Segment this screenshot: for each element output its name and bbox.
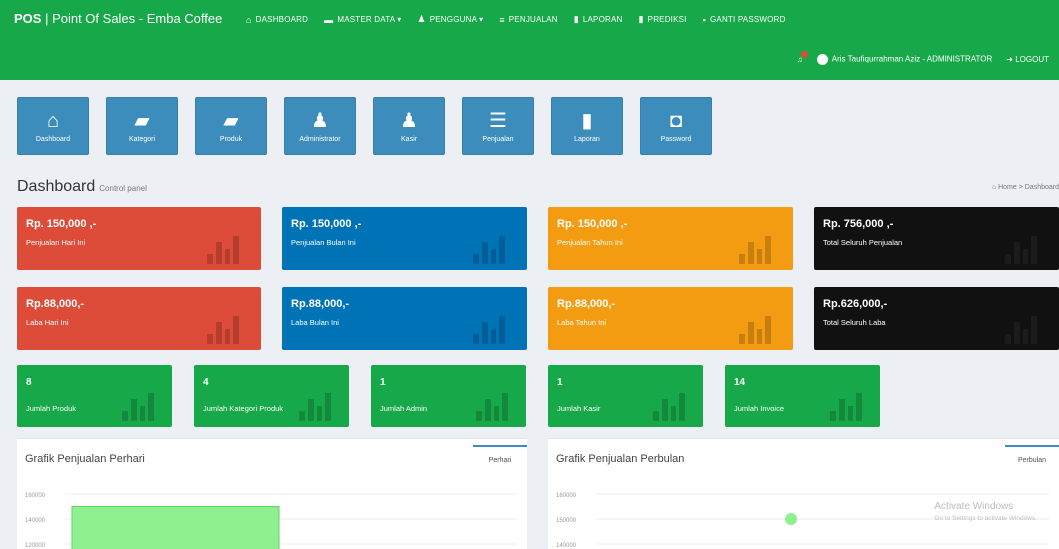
data-point bbox=[785, 513, 797, 525]
count-kasir: 1 Jumlah Kasir bbox=[548, 365, 703, 427]
bar-chart-icon bbox=[739, 314, 771, 344]
activate-windows-watermark: Activate Windows Go to Settings to activa… bbox=[934, 501, 1037, 522]
menu-master-data[interactable]: ▬ MASTER DATA ▾ bbox=[324, 14, 401, 25]
page-title: Dashboard Control panel bbox=[17, 178, 147, 195]
notification-badge bbox=[800, 51, 808, 58]
count-invoice: 14 Jumlah Invoice bbox=[725, 365, 880, 427]
daily-sales-chart: 160000 140000 120000 bbox=[25, 493, 517, 549]
page-subtitle: Control panel bbox=[99, 184, 147, 193]
chart-title: Grafik Penjualan Perhari bbox=[25, 453, 145, 465]
tab-perhari[interactable]: Perhari bbox=[473, 445, 527, 475]
file-icon: ▮ bbox=[573, 14, 579, 24]
count-produk: 8 Jumlah Produk bbox=[17, 365, 172, 427]
bar-chart-icon bbox=[1005, 234, 1037, 264]
shortcut-produk[interactable]: ▰ Produk bbox=[195, 97, 267, 155]
chart-panel-monthly: Grafik Penjualan Perbulan Perbulan 16000… bbox=[548, 438, 1059, 549]
main-menu: ⌂ DASHBOARD ▬ MASTER DATA ▾ ♟ PENGGUNA ▾ ≡ P… bbox=[246, 14, 786, 25]
home-icon: ⌂ bbox=[46, 109, 60, 132]
stat-laba-bulan: Rp.88,000,- Laba Bulan Ini bbox=[282, 287, 527, 350]
app-brand[interactable]: POS | Point Of Sales - Emba Coffee bbox=[14, 11, 222, 26]
bar-mark bbox=[71, 506, 280, 549]
menu-laporan[interactable]: ▮ LAPORAN bbox=[574, 14, 623, 25]
notification-bell-icon[interactable]: ♫ bbox=[797, 51, 808, 64]
unlock-icon: ◘ bbox=[669, 109, 683, 132]
shortcut-dashboard[interactable]: ⌂ Dashboard bbox=[17, 97, 89, 155]
bar-chart-icon bbox=[122, 391, 154, 421]
chart-title: Grafik Penjualan Perbulan bbox=[556, 453, 685, 465]
breadcrumb: ⌂ Home > Dashboard bbox=[991, 184, 1059, 191]
tab-perbulan[interactable]: Perbulan bbox=[1005, 445, 1059, 475]
user-icon: ♟ bbox=[400, 109, 418, 132]
stat-penjualan-tahun: Rp. 150,000 ,- Penjualan Tahun Ini bbox=[548, 207, 793, 270]
top-navbar: POS | Point Of Sales - Emba Coffee ⌂ DASH… bbox=[0, 0, 1059, 80]
y-tick-label: 160000 bbox=[556, 493, 577, 499]
y-tick-label: 150000 bbox=[556, 518, 577, 524]
stat-laba-tahun: Rp.88,000,- Laba Tahun Ini bbox=[548, 287, 793, 350]
list-icon: ≡ bbox=[499, 14, 505, 25]
bar-chart-icon bbox=[1005, 314, 1037, 344]
menu-dashboard[interactable]: ⌂ DASHBOARD bbox=[246, 14, 308, 25]
stat-total-laba: Rp.626,000,- Total Seluruh Laba bbox=[814, 287, 1059, 350]
y-tick-label: 120000 bbox=[25, 543, 46, 549]
shortcut-penjualan[interactable]: ☰ Penjualan bbox=[462, 97, 534, 155]
y-tick-label: 140000 bbox=[25, 518, 46, 524]
bar-chart-icon bbox=[653, 391, 685, 421]
home-icon: ⌂ bbox=[246, 14, 252, 25]
stat-laba-hari: Rp.88,000,- Laba Hari Ini bbox=[17, 287, 261, 350]
bar-chart-icon bbox=[299, 391, 331, 421]
count-kategori: 4 Jumlah Kategori Produk bbox=[194, 365, 349, 427]
count-admin: 1 Jumlah Admin bbox=[371, 365, 526, 427]
menu-pengguna[interactable]: ♟ PENGGUNA ▾ bbox=[417, 14, 483, 25]
folder-icon: ▰ bbox=[223, 109, 239, 132]
shortcut-password[interactable]: ◘ Password bbox=[640, 97, 712, 155]
stat-penjualan-bulan: Rp. 150,000 ,- Penjualan Bulan Ini bbox=[282, 207, 527, 270]
menu-penjualan[interactable]: ≡ PENJUALAN bbox=[499, 14, 557, 25]
logout-button[interactable]: ➜ LOGOUT bbox=[1006, 55, 1049, 64]
users-icon: ♟ bbox=[417, 14, 426, 24]
menu-ganti-password[interactable]: ▪ GANTI PASSWORD bbox=[703, 14, 786, 25]
shortcut-laporan[interactable]: ▮ Laporan bbox=[551, 97, 623, 155]
menu-prediksi[interactable]: ▮ PREDIKSI bbox=[639, 14, 687, 25]
bar-chart-icon bbox=[473, 234, 505, 264]
shortcut-tiles: ⌂ Dashboard ▰ Kategori ▰ Produk ♟ Administra… bbox=[17, 97, 712, 155]
shortcut-kasir[interactable]: ♟ Kasir bbox=[373, 97, 445, 155]
y-tick-label: 160000 bbox=[25, 493, 46, 499]
folder-icon: ▬ bbox=[324, 14, 334, 25]
file-icon: ▮ bbox=[581, 109, 593, 132]
user-icon: ♟ bbox=[311, 109, 329, 132]
bar-chart-icon bbox=[207, 234, 239, 264]
chart-panel-daily: Grafik Penjualan Perhari Perhari 160000 1… bbox=[17, 438, 527, 549]
breadcrumb-current: Dashboard bbox=[1024, 184, 1059, 191]
file-icon: ▮ bbox=[638, 14, 644, 24]
stat-total-penjualan: Rp. 756,000 ,- Total Seluruh Penjualan bbox=[814, 207, 1059, 270]
bar-chart-icon bbox=[739, 234, 771, 264]
bar-chart-icon bbox=[476, 391, 508, 421]
bar-chart-icon bbox=[207, 314, 239, 344]
navbar-right: ♫ Aris Taufiqurrahman Aziz - ADMINISTRAT… bbox=[797, 51, 1049, 65]
shortcut-kategori[interactable]: ▰ Kategori bbox=[106, 97, 178, 155]
user-menu[interactable]: Aris Taufiqurrahman Aziz - ADMINISTRATOR bbox=[816, 54, 992, 65]
bar-chart-icon bbox=[830, 391, 862, 421]
stat-penjualan-hari: Rp. 150,000 ,- Penjualan Hari Ini bbox=[17, 207, 261, 270]
list-icon: ☰ bbox=[489, 109, 507, 132]
folder-icon: ▰ bbox=[134, 109, 150, 132]
shortcut-administrator[interactable]: ♟ Administrator bbox=[284, 97, 356, 155]
bar-chart-icon bbox=[473, 314, 505, 344]
avatar bbox=[816, 54, 828, 65]
lock-icon: ▪ bbox=[702, 14, 706, 25]
home-icon: ⌂ bbox=[991, 184, 997, 191]
breadcrumb-home[interactable]: Home bbox=[998, 184, 1017, 191]
y-tick-label: 140000 bbox=[556, 543, 577, 549]
